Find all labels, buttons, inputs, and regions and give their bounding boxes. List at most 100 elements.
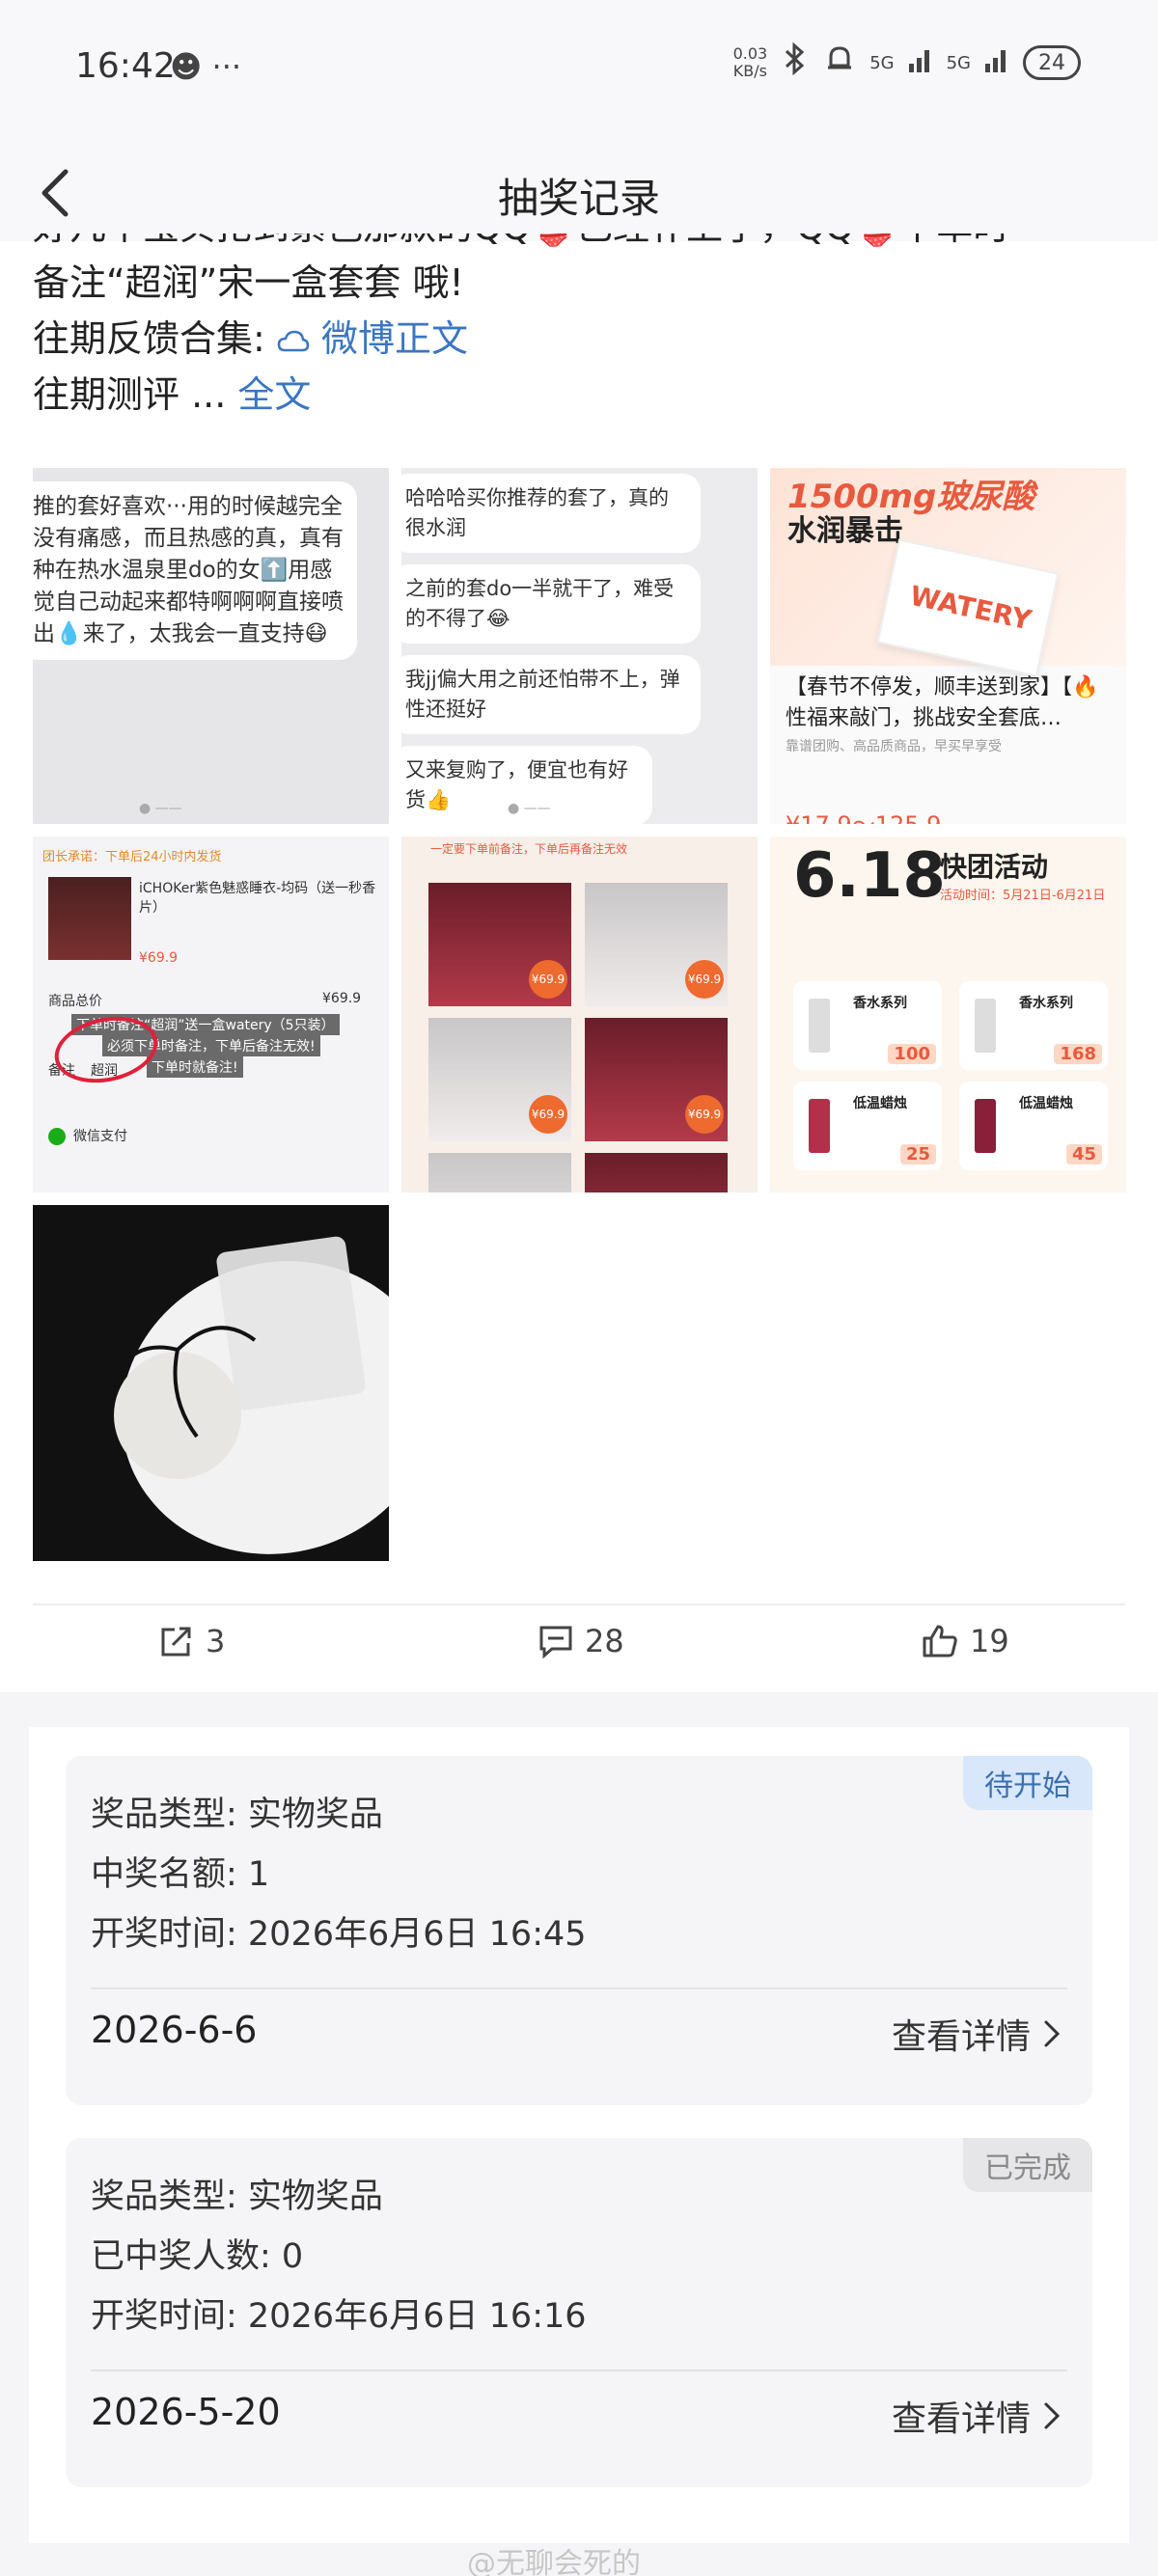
promo-card-name: 低温蜡烛 — [1019, 1096, 1073, 1111]
draw-time: 开奖时间: 2026年6月6日 16:45 — [91, 1915, 587, 1954]
signal-label-1: 5G — [869, 52, 895, 73]
page-title: 抽奖记录 — [497, 175, 660, 222]
order-total-value: ¥69.9 — [322, 991, 362, 1006]
order-product-name: iCHOKer紫色魅惑睡衣-均码（送一秒香片） — [139, 881, 376, 916]
comment-button[interactable]: 28 — [538, 1623, 624, 1659]
signal-label-2: 5G — [946, 52, 971, 73]
mute-bell-icon — [823, 42, 856, 83]
image-review-chat-2[interactable]: 哈哈哈买你推荐的套了，真的很水润 之前的套do一半就干了，难受的不得了😂 我jj… — [401, 468, 758, 824]
promo-dates: 活动时间：5月21日-6月21日 — [940, 889, 1106, 903]
order-top-note: 团长承诺：下单后24小时内发货 — [42, 850, 222, 864]
image-product-card[interactable]: 1500mg玻尿酸 水润暴击 WATERY 【春节不停发，顺丰送到家】【🔥性福来… — [770, 468, 1126, 824]
order-total-label: 商品总价 — [48, 994, 102, 1009]
signal-icon — [908, 44, 933, 81]
lingerie-thumb — [428, 1153, 571, 1192]
signal-icon-2 — [984, 44, 1009, 81]
promo-card-name: 低温蜡烛 — [853, 1096, 907, 1111]
lingerie-thumb: ¥69.9 — [585, 883, 728, 1006]
post-line-1: 备注“超润”宋一盒套套 哦! — [33, 261, 464, 304]
image-watermark: ● —— — [139, 801, 182, 816]
post-line-3: 往期测评 ... 全文 — [33, 367, 1133, 423]
promo-card: 香水系列 168 — [959, 981, 1108, 1070]
post-line-3-prefix: 往期测评 ... — [33, 373, 227, 416]
network-speed-value: 0.03 — [732, 44, 768, 63]
post-line-2-prefix: 往期反馈合集: — [33, 317, 265, 360]
view-details-label: 查看详情 — [891, 2399, 1031, 2439]
image-lingerie-grid[interactable]: 一定要下单前备注，下单后再备注无效 ¥69.9 ¥69.9 ¥69.9 ¥69.… — [401, 836, 758, 1192]
bluetooth-icon — [781, 41, 810, 83]
battery-level: 24 — [1038, 50, 1065, 75]
status-time: 16:42 — [75, 46, 176, 86]
card-divider — [91, 2370, 1067, 2371]
order-overlay-note-3: 下单时就备注! — [147, 1056, 243, 1078]
image-618-promo[interactable]: 6.18 快团活动 活动时间：5月21日-6月21日 香水系列 100 香水系列… — [770, 836, 1126, 1192]
thumbs-up-icon — [923, 1625, 957, 1658]
share-icon — [161, 1627, 191, 1657]
image-perfume-photo[interactable] — [33, 1205, 389, 1561]
candle-icon — [975, 1099, 996, 1153]
product-meta: 靠谱团购、高品质商品，早买早享受 — [786, 739, 1002, 754]
post-text: 好几个宝贝抢到紫色那款的QQ👙已经补上了，QQ👙下单时 备注“超润”宋一盒套套 … — [33, 233, 1133, 423]
status-indicators: 0.03 KB/s 5G 5G 24 — [733, 41, 1081, 83]
candle-icon — [809, 1099, 830, 1153]
view-details-label: 查看详情 — [891, 2017, 1031, 2057]
order-product-price: ¥69.9 — [139, 950, 179, 966]
chevron-right-icon — [1044, 2020, 1061, 2047]
comment-icon — [539, 1626, 572, 1658]
record-panel: 待开始 奖品类型: 实物奖品 中奖名额: 1 开奖时间: 2026年6月6日 1… — [29, 1727, 1129, 2543]
view-details-button[interactable]: 查看详情 — [892, 2009, 1063, 2059]
chat-bubble-1: 哈哈哈买你推荐的套了，真的很水润 — [401, 474, 701, 553]
winner-quota: 中奖名额: 1 — [91, 1855, 270, 1894]
ribbon — [118, 1326, 257, 1439]
weibo-article-link[interactable]: 微博正文 — [277, 317, 468, 360]
prize-type: 奖品类型: 实物奖品 — [91, 2178, 383, 2216]
promo-big-date: 6.18 — [793, 840, 946, 912]
product-box-label: WATERY — [907, 579, 1034, 637]
image-review-chat-1[interactable]: 推的套好喜欢···用的时候越完全没有痛感，而且热感的真，真有种在热水温泉里do的… — [33, 468, 389, 824]
nav-bar: 抽奖记录 — [0, 145, 1158, 241]
network-speed: 0.03 KB/s — [733, 45, 768, 80]
lingerie-thumb: ¥69.9 — [428, 1018, 571, 1141]
battery-icon: 24 — [1023, 45, 1081, 80]
clipped-line-text: 好几个宝贝抢到紫色那款的QQ👙已经补上了，QQ👙下单时 — [33, 233, 1133, 255]
order-product-image — [48, 877, 131, 960]
image-order-screenshot[interactable]: 团长承诺：下单后24小时内发货 iCHOKer紫色魅惑睡衣-均码（送一秒香片） … — [33, 836, 389, 1192]
like-button[interactable]: 19 — [922, 1623, 1009, 1659]
image-watermark: ● —— — [508, 801, 551, 816]
product-box: WATERY — [876, 538, 1060, 677]
chat-bubble-2: 之前的套do一半就干了，难受的不得了😂 — [401, 564, 701, 644]
view-details-button[interactable]: 查看详情 — [892, 2391, 1063, 2441]
promo-card-name: 香水系列 — [853, 996, 907, 1011]
status-bar: 16:42 ☻ ··· 0.03 KB/s 5G 5G 24 — [0, 0, 1158, 145]
promo-card-price: 100 — [888, 1044, 936, 1064]
price-tag: ¥69.9 — [685, 1095, 724, 1134]
promo-activity: 快团活动 — [940, 851, 1049, 883]
like-count: 19 — [970, 1623, 1009, 1659]
lottery-record-card[interactable]: 已完成 奖品类型: 实物奖品 已中奖人数: 0 开奖时间: 2026年6月6日 … — [66, 2138, 1092, 2487]
weibo-article-link-label: 微博正文 — [321, 317, 469, 360]
wechat-pay-icon — [48, 1128, 66, 1145]
lottery-record-card[interactable]: 待开始 奖品类型: 实物奖品 中奖名额: 1 开奖时间: 2026年6月6日 1… — [66, 1756, 1092, 2105]
price-tag: ¥69.9 — [529, 1095, 567, 1134]
share-count: 3 — [206, 1623, 226, 1659]
price-tag: ¥69.9 — [685, 960, 724, 999]
lingerie-thumb: ¥69.9 — [428, 883, 571, 1006]
share-button[interactable]: 3 — [159, 1623, 225, 1659]
promo-card-price: 25 — [899, 1144, 936, 1165]
full-text-link[interactable]: 全文 — [237, 373, 311, 416]
record-date: 2026-6-6 — [91, 2009, 258, 2051]
action-bar: 3 28 19 — [0, 1605, 1158, 1692]
record-date: 2026-5-20 — [91, 2391, 281, 2433]
product-caption: 【春节不停发，顺丰送到家】【🔥性福来敲门，挑战安全套底… — [786, 675, 1099, 730]
chat-bubble-3: 我jj偏大用之前还怕带不上，弹性还挺好 — [401, 655, 701, 734]
winner-count: 已中奖人数: 0 — [91, 2237, 304, 2276]
comment-count: 28 — [585, 1623, 624, 1659]
network-speed-unit: KB/s — [732, 62, 767, 80]
lingerie-thumb: ¥69.9 — [585, 1018, 728, 1141]
card-divider — [91, 1987, 1067, 1989]
product-banner: 1500mg玻尿酸 水润暴击 WATERY — [770, 468, 1126, 677]
link-cloud-icon — [277, 330, 310, 351]
promo-card-price: 168 — [1054, 1044, 1102, 1064]
price-tag: ¥69.9 — [529, 960, 567, 999]
order-pay-label: 微信支付 — [48, 1126, 127, 1145]
